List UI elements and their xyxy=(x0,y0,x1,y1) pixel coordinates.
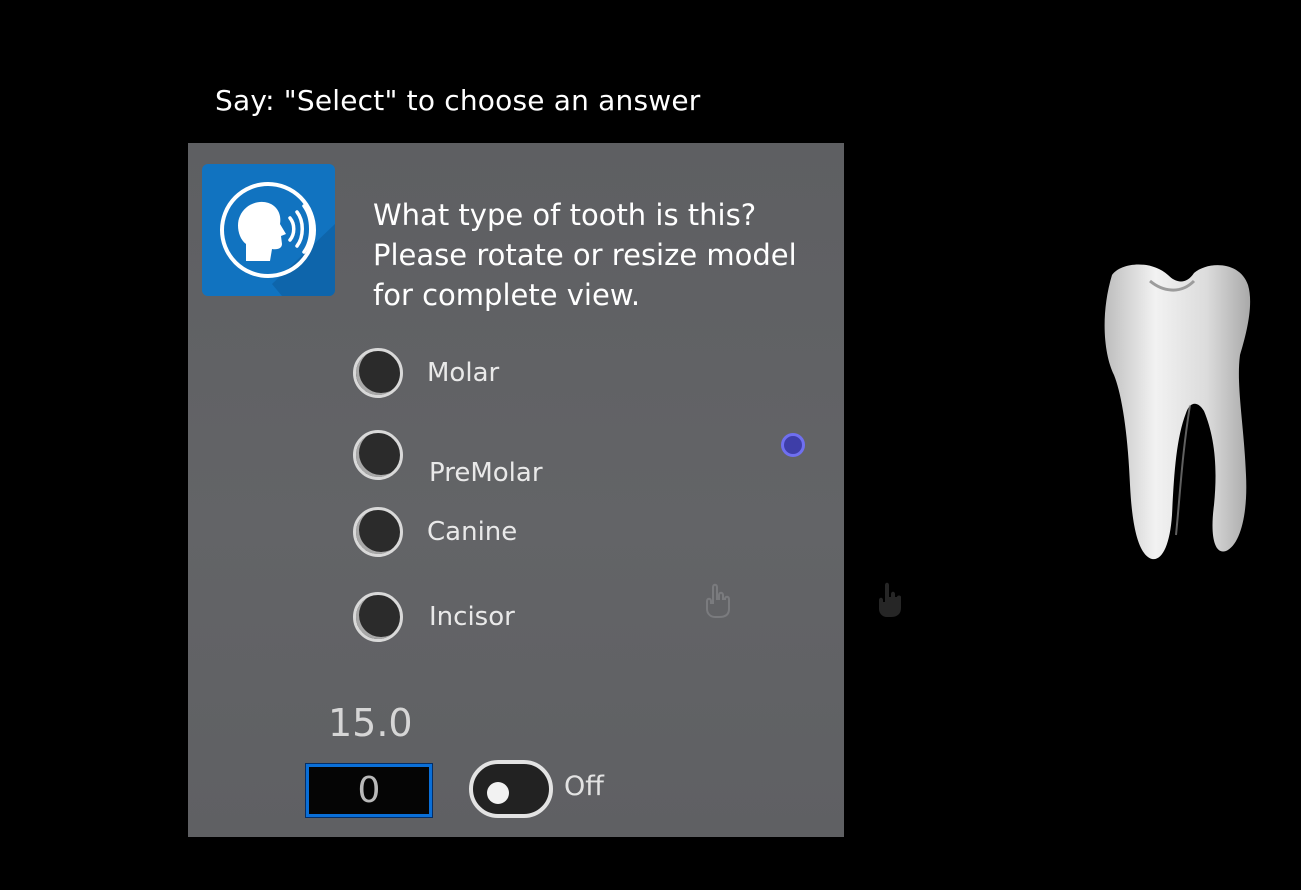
hand-icon xyxy=(703,583,733,627)
option-label: Molar xyxy=(427,358,500,388)
timer-readout: 15.0 xyxy=(328,701,413,745)
number-input[interactable]: 0 xyxy=(305,763,433,818)
voice-instruction: Say: "Select" to choose an answer xyxy=(215,84,701,117)
question-line: Please rotate or resize model xyxy=(373,238,797,272)
hand-cursor-icon xyxy=(876,582,904,627)
question-line: What type of tooth is this? xyxy=(373,198,757,232)
toggle-switch[interactable] xyxy=(469,760,553,818)
speaking-head-icon[interactable] xyxy=(202,164,335,296)
quiz-panel: What type of tooth is this? Please rotat… xyxy=(188,143,844,837)
tooth-model[interactable] xyxy=(1090,255,1260,569)
radio-button[interactable] xyxy=(353,592,403,642)
option-label: Incisor xyxy=(429,602,515,632)
question-line: for complete view. xyxy=(373,278,641,312)
radio-button[interactable] xyxy=(353,348,403,398)
toggle-knob xyxy=(487,782,509,804)
toggle-label: Off xyxy=(564,771,604,802)
question-text: What type of tooth is this? Please rotat… xyxy=(373,195,823,315)
radio-button[interactable] xyxy=(353,430,403,480)
radio-button[interactable] xyxy=(353,507,403,557)
option-label: PreMolar xyxy=(429,458,543,488)
gaze-pointer-icon xyxy=(781,433,805,457)
scene: Say: "Select" to choose an answer What t… xyxy=(0,0,1301,890)
option-label: Canine xyxy=(427,517,518,547)
